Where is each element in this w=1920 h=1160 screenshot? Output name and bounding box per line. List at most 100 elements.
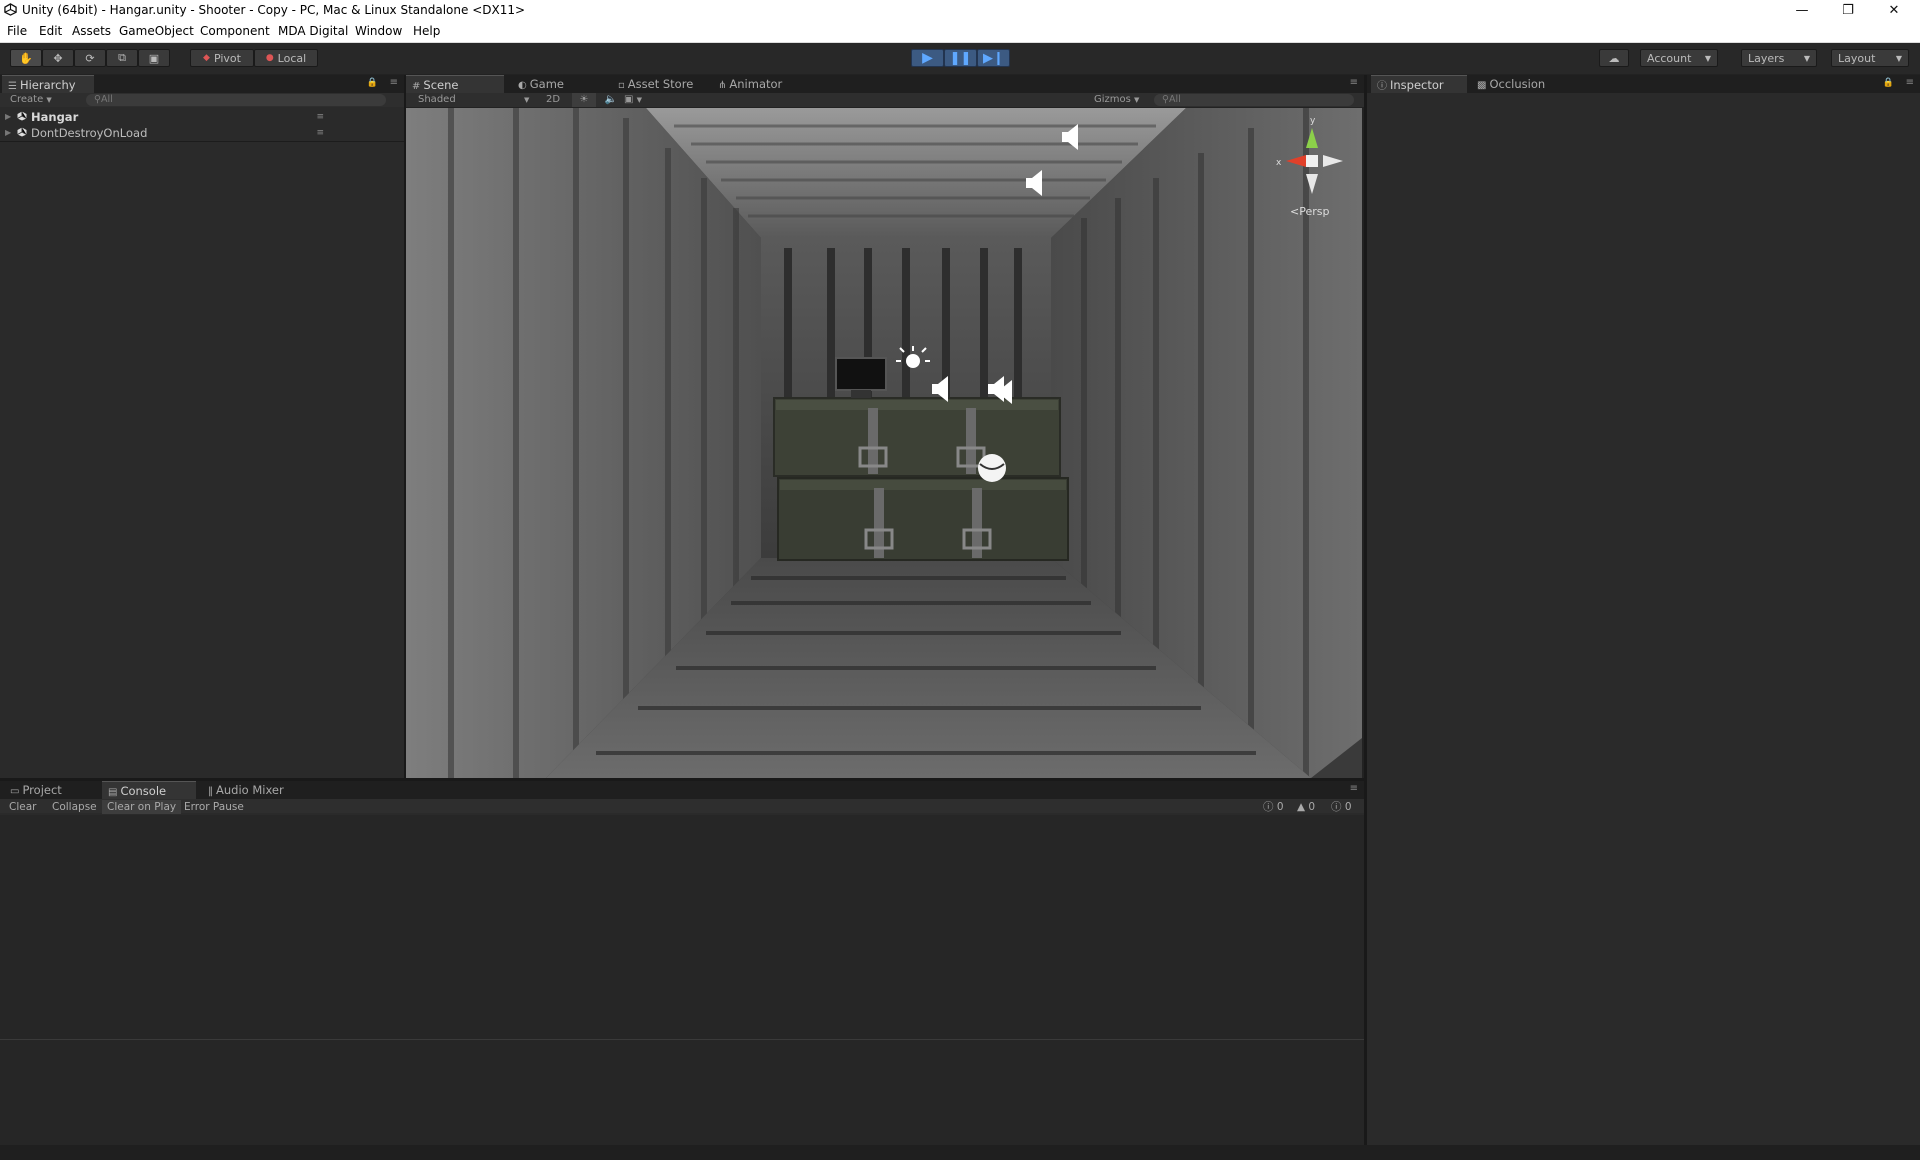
tab-scene[interactable]: # Scene	[406, 75, 504, 93]
status-bar	[0, 1145, 1920, 1160]
tab-project[interactable]: ▭ Project	[4, 781, 96, 799]
panel-menu-icon[interactable]: ≡	[390, 77, 398, 88]
expand-arrow-icon[interactable]: ▶	[5, 125, 11, 141]
tab-hierarchy[interactable]: ☰ Hierarchy	[2, 75, 94, 93]
chevron-down-icon: ▼	[1134, 96, 1140, 104]
cloud-button[interactable]: ☁	[1599, 49, 1629, 67]
move-icon: ✥	[53, 51, 63, 65]
console-log-area[interactable]	[0, 815, 1364, 1039]
hierarchy-item-dontdestroyonload[interactable]: ▶ DontDestroyOnLoad ≡	[0, 125, 330, 141]
error-count: 0	[1276, 801, 1284, 813]
collapse-toggle[interactable]: Collapse	[47, 800, 102, 814]
account-label: Account	[1647, 51, 1692, 65]
scene-viewport[interactable]: y x <Persp	[406, 108, 1362, 778]
shading-mode-dropdown[interactable]: Shaded	[418, 93, 456, 107]
crate-top[interactable]	[773, 397, 1061, 477]
panel-menu-icon[interactable]: ≡	[1906, 77, 1914, 88]
lock-icon[interactable]: 🔒	[367, 78, 378, 88]
image-icon: ▣	[624, 94, 634, 105]
lighting-toggle[interactable]: ☀	[572, 93, 596, 107]
chevron-down-icon[interactable]: ▼	[524, 93, 529, 107]
item-menu-icon[interactable]: ≡	[316, 125, 324, 141]
minimize-icon[interactable]: —	[1780, 0, 1824, 21]
menu-edit[interactable]: Edit	[39, 24, 62, 38]
tab-asset-store[interactable]: ▫ Asset Store	[612, 75, 722, 93]
crate-bottom[interactable]	[777, 477, 1069, 561]
play-button[interactable]: ▶	[911, 49, 944, 67]
scene-subbar: Shaded ▼ 2D ☀ 🔈 ▣ ▼ Gizmos ▼ ⚲All	[406, 93, 1364, 107]
hand-tool-button[interactable]: ✋	[10, 49, 42, 67]
center-cube[interactable]	[1306, 155, 1318, 167]
rect-icon: ▣	[148, 51, 160, 65]
restore-icon[interactable]: ❐	[1826, 0, 1870, 21]
warning-count-toggle[interactable]: ▲ 0	[1292, 800, 1320, 814]
shading-mode-label: Shaded	[418, 94, 456, 105]
2d-toggle[interactable]: 2D	[540, 93, 566, 107]
search-icon: ⚲	[1162, 94, 1169, 105]
account-dropdown[interactable]: Account ▼	[1640, 49, 1718, 67]
pause-button[interactable]: ❚❚	[944, 49, 977, 67]
step-button[interactable]: ▶❙	[977, 49, 1010, 67]
panel-menu-icon[interactable]: ≡	[1350, 77, 1358, 88]
hierarchy-search-input[interactable]: ⚲All	[86, 94, 386, 106]
hierarchy-item-hangar[interactable]: ▶ Hangar ≡	[0, 109, 330, 125]
chevron-down-icon: ▼	[636, 96, 643, 104]
tab-console[interactable]: ▤ Console	[102, 781, 196, 799]
clear-on-play-toggle[interactable]: Clear on Play	[102, 800, 182, 814]
hierarchy-panel: ☰ Hierarchy 🔒 ≡ Create ▼ ⚲All ▶ Hangar ≡ …	[0, 75, 404, 778]
panel-menu-icon[interactable]: ≡	[1350, 783, 1358, 794]
gizmos-dropdown[interactable]: Gizmos ▼	[1094, 93, 1139, 107]
step-icon: ▶❙	[983, 50, 1004, 66]
cloud-icon: ☁	[1608, 51, 1620, 65]
rotate-icon: ⟳	[85, 51, 95, 65]
menu-component[interactable]: Component	[200, 24, 270, 38]
move-tool-button[interactable]: ✥	[42, 49, 74, 67]
effects-dropdown[interactable]: ▣ ▼	[624, 93, 654, 107]
rotate-tool-button[interactable]: ⟳	[74, 49, 106, 67]
projection-label[interactable]: <Persp	[1290, 205, 1329, 218]
tab-occlusion[interactable]: ▩ Occlusion	[1471, 75, 1571, 93]
scene-search-input[interactable]: ⚲All	[1154, 94, 1354, 106]
menu-mda-digital[interactable]: MDA Digital	[278, 24, 348, 38]
menu-window[interactable]: Window	[355, 24, 402, 38]
local-toggle[interactable]: ● Local	[254, 49, 318, 67]
menu-assets[interactable]: Assets	[72, 24, 111, 38]
error-pause-toggle[interactable]: Error Pause	[179, 800, 249, 814]
search-icon: ⚲	[94, 94, 101, 105]
hand-icon: ✋	[19, 51, 33, 65]
item-menu-icon[interactable]: ≡	[316, 109, 324, 125]
expand-arrow-icon[interactable]: ▶	[5, 109, 11, 125]
audio-toggle[interactable]: 🔈	[600, 93, 622, 107]
hierarchy-item-label: DontDestroyOnLoad	[31, 126, 148, 140]
scale-tool-button[interactable]: ⧉	[106, 49, 138, 67]
create-dropdown[interactable]: Create ▼	[10, 93, 52, 107]
message-count-toggle[interactable]: ⓘ 0	[1326, 800, 1357, 814]
close-icon[interactable]: ✕	[1872, 0, 1916, 21]
gizmos-label: Gizmos	[1094, 94, 1131, 105]
speaker-icon: 🔈	[604, 94, 618, 105]
console-detail-area[interactable]	[0, 1040, 1364, 1145]
menu-help[interactable]: Help	[413, 24, 440, 38]
lock-icon[interactable]: 🔒	[1883, 78, 1894, 88]
create-label: Create	[10, 94, 44, 105]
pivot-toggle[interactable]: ◆ Pivot	[190, 49, 254, 67]
play-icon: ▶	[922, 50, 933, 66]
tab-animator[interactable]: ⋔ Animator	[712, 75, 812, 93]
clear-button[interactable]: Clear	[4, 800, 41, 814]
tab-audio-mixer[interactable]: ‖ Audio Mixer	[202, 781, 302, 799]
console-panel: ▭ Project ▤ Console ‖ Audio Mixer ≡ Clear C…	[0, 781, 1364, 1145]
2d-label: 2D	[545, 94, 561, 105]
menu-gameobject[interactable]: GameObject	[119, 24, 194, 38]
layout-dropdown[interactable]: Layout ▼	[1831, 49, 1909, 67]
error-count-toggle[interactable]: ⓘ 0	[1258, 800, 1289, 814]
rect-tool-button[interactable]: ▣	[138, 49, 170, 67]
menu-file[interactable]: File	[7, 24, 27, 38]
layout-label: Layout	[1838, 51, 1876, 65]
unity-scene-icon	[17, 111, 27, 121]
camera-sphere-icon[interactable]	[978, 454, 1006, 482]
tab-inspector[interactable]: ⓘ Inspector	[1371, 75, 1467, 93]
error-icon: ⓘ	[1263, 801, 1274, 813]
chevron-down-icon: ▼	[1803, 53, 1810, 63]
layers-dropdown[interactable]: Layers ▼	[1741, 49, 1817, 67]
tab-game[interactable]: ◐ Game	[512, 75, 604, 93]
